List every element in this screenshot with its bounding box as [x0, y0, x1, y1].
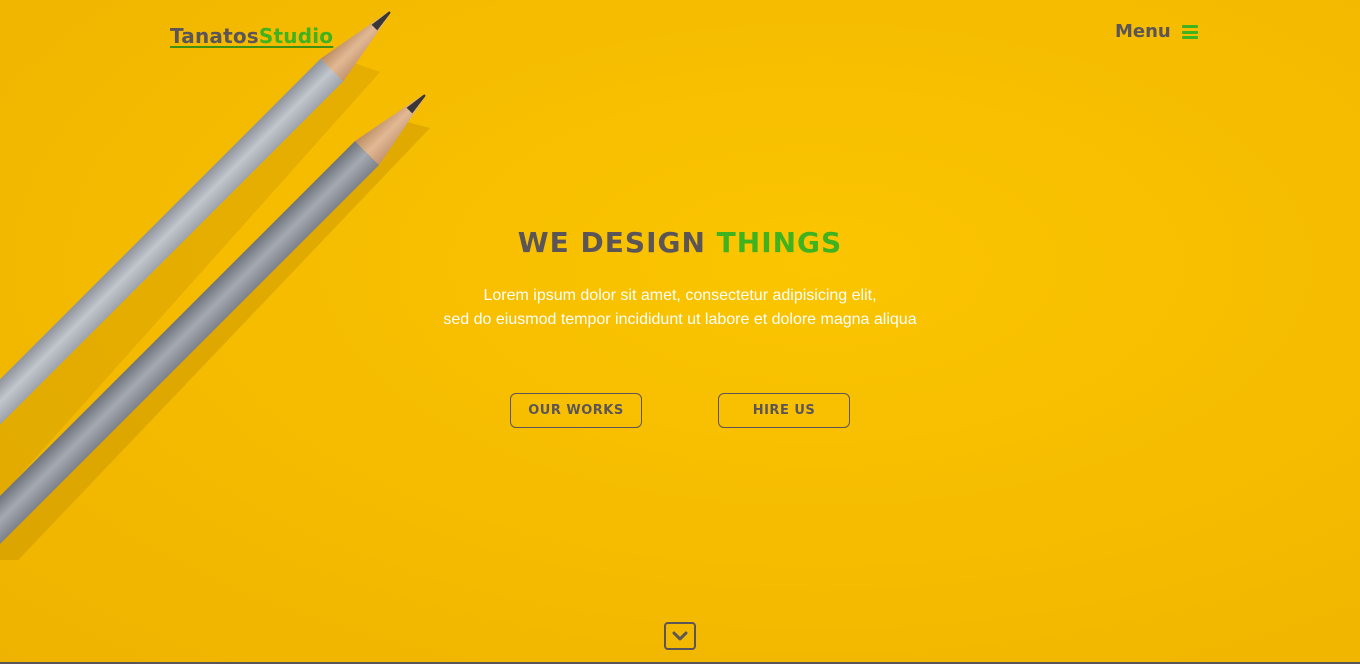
- scroll-down-button[interactable]: [664, 622, 696, 650]
- menu-toggle-button[interactable]: Menu: [1115, 21, 1198, 43]
- pencils-background-image: [0, 11, 430, 560]
- hero-section: TanatosStudio Menu WE DESIGN THINGS Lore…: [0, 0, 1360, 662]
- hero-subtitle: Lorem ipsum dolor sit amet, consectetur …: [0, 284, 1360, 332]
- our-works-button[interactable]: OUR WORKS: [510, 393, 642, 428]
- hero-subtitle-line1: Lorem ipsum dolor sit amet, consectetur …: [483, 287, 877, 304]
- hero-headline: WE DESIGN THINGS: [0, 224, 1360, 262]
- hero-headline-part2: THINGS: [716, 226, 843, 259]
- hero-headline-part1: WE DESIGN: [517, 226, 706, 259]
- hire-us-button[interactable]: HIRE US: [718, 393, 850, 428]
- brand-logo-part2: Studio: [258, 24, 334, 48]
- brand-logo[interactable]: TanatosStudio: [170, 24, 333, 48]
- menu-label: Menu: [1115, 21, 1171, 42]
- chevron-down-icon: [672, 631, 688, 641]
- brand-logo-part1: Tanatos: [170, 24, 259, 48]
- hero-subtitle-line2: sed do eiusmod tempor incididunt ut labo…: [443, 311, 917, 328]
- hamburger-icon: [1181, 25, 1198, 39]
